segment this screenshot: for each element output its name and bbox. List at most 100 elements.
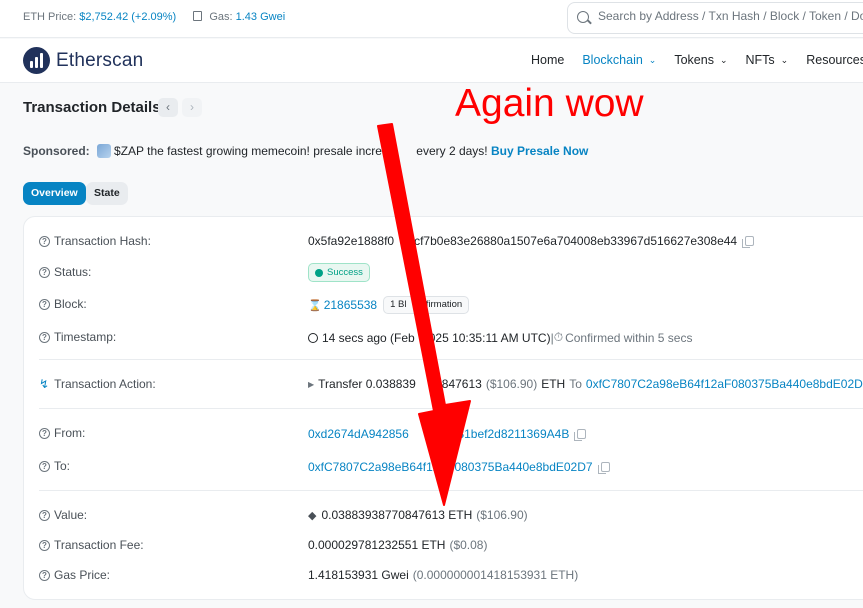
from-address-link[interactable]: 0xd2674dA942856 <box>308 427 409 441</box>
to-label: To: <box>54 459 71 473</box>
page-title: Transaction Details <box>23 99 161 116</box>
tx-hash-label: Transaction Hash: <box>54 234 151 248</box>
tx-action-address-link[interactable]: 0xfC7807C2a98eB64f12aF080375Ba440e8bdE02… <box>586 377 863 391</box>
gas-price-eth: (0.000000001418153931 ETH) <box>412 568 579 582</box>
confirmed-within: Confirmed within 5 secs <box>565 330 693 345</box>
search-input[interactable] <box>598 9 863 23</box>
to-address-link[interactable]: 0xfC7807C2a98eB64f12 <box>308 460 439 474</box>
zap-token-icon <box>97 144 112 158</box>
main-navbar: Etherscan Home Blockchain ⌄ Tokens ⌄ NFTs ⌄… <box>0 39 863 83</box>
search-box[interactable] <box>567 2 863 34</box>
brand-name: Etherscan <box>56 49 144 71</box>
nav-blockchain[interactable]: Blockchain ⌄ <box>582 53 656 67</box>
divider <box>39 408 863 409</box>
buy-presale-link[interactable]: Buy Presale Now <box>491 144 588 158</box>
to-value: 0xfC7807C2a98eB64f12 080375Ba440e8bdE02D7 <box>308 460 610 474</box>
ethereum-icon: ◆ <box>308 509 317 522</box>
block-confirmation-badge: 1 Bl nfirmation <box>383 296 470 314</box>
fee-row-label: ? Transaction Fee: <box>39 538 144 552</box>
status-row-label: ? Status: <box>39 265 91 279</box>
gas-price-link[interactable]: 1.43 Gwei <box>236 11 286 23</box>
help-icon[interactable]: ? <box>39 509 50 521</box>
value-amount: 0.03883938770847613 ETH <box>321 508 473 522</box>
chevron-down-icon: ⌄ <box>648 55 657 65</box>
tx-hash-row-label: ? Transaction Hash: <box>39 234 151 248</box>
nav-nfts[interactable]: NFTs ⌄ <box>746 53 789 67</box>
value-label: Value: <box>54 508 88 522</box>
tx-action-usd: ($106.90) <box>485 377 538 391</box>
timestamp-value: 14 secs ago (Feb 025 10:35:11 AM UTC) | ⏱… <box>308 330 692 345</box>
timestamp-part-b: 025 10:35:11 AM UTC) <box>428 330 551 345</box>
search-icon <box>577 11 589 23</box>
tx-action-row-label: ↯ Transaction Action: <box>39 377 156 391</box>
gas-price-amount: 1.418153931 Gwei <box>308 568 409 582</box>
help-icon[interactable]: ? <box>39 266 50 278</box>
tx-hash-value: 0x5fa92e1888f0 cf7b0e83e26880a1507e6a7040… <box>308 234 755 248</box>
next-transaction-button[interactable]: › <box>182 98 202 117</box>
caret-right-icon: ▶ <box>308 379 315 389</box>
sponsored-ticker: $ZAP <box>114 144 144 158</box>
help-icon[interactable]: ? <box>39 539 50 551</box>
block-number-link[interactable]: 21865538 <box>324 298 377 312</box>
nav-menu: Home Blockchain ⌄ Tokens ⌄ NFTs ⌄ Resources <box>531 53 863 67</box>
copy-icon[interactable] <box>742 236 755 248</box>
nav-resources[interactable]: Resources <box>806 53 863 67</box>
clock-icon <box>308 332 318 343</box>
status-badge-text: Success <box>327 267 363 278</box>
tab-state[interactable]: State <box>86 182 128 205</box>
help-icon[interactable]: ? <box>39 298 50 310</box>
chevron-down-icon: ⌄ <box>780 55 789 65</box>
timestamp-label: Timestamp: <box>54 330 117 344</box>
copy-icon[interactable] <box>597 462 610 474</box>
etherscan-logo[interactable]: Etherscan <box>23 47 143 74</box>
help-icon[interactable]: ? <box>39 331 50 343</box>
sponsored-text: the fastest growing memecoin! presale in… <box>143 144 398 158</box>
to-address-link-tail[interactable]: 080375Ba440e8bdE02D7 <box>454 460 592 474</box>
gas-price-row-label: ? Gas Price: <box>39 568 110 582</box>
tab-overview[interactable]: Overview <box>23 182 86 205</box>
copy-icon[interactable] <box>574 429 587 441</box>
lightning-icon: ↯ <box>39 377 50 391</box>
fee-usd: ($0.08) <box>449 538 488 552</box>
value-row-label: ? Value: <box>39 508 87 522</box>
eth-price-label: ETH Price: <box>23 11 77 23</box>
from-address-link-tail[interactable]: 131bef2d8211369A4B <box>451 427 570 441</box>
timestamp-part-a: 14 secs ago (Feb <box>322 330 415 345</box>
help-icon[interactable]: ? <box>39 569 50 581</box>
conf-part-a: 1 Bl <box>390 299 407 310</box>
block-label: Block: <box>54 297 87 311</box>
tx-action-label: Transaction Action: <box>54 377 156 391</box>
tx-hash-part-a: 0x5fa92e1888f0 <box>308 234 395 248</box>
from-label: From: <box>54 426 86 440</box>
divider <box>39 490 863 491</box>
sponsored-label: Sponsored: <box>23 144 90 158</box>
tx-action-value: ▶ Transfer 0.038839 847613 ($106.90) ETH … <box>308 377 863 391</box>
tx-action-to: To <box>569 377 582 391</box>
tx-action-part-a: Transfer 0.038839 <box>318 377 416 391</box>
tx-action-eth: ETH <box>541 377 566 391</box>
status-value: Success <box>308 263 370 282</box>
from-row-label: ? From: <box>39 426 85 440</box>
nav-blockchain-label: Blockchain <box>582 53 643 67</box>
gas-pump-icon <box>193 11 203 21</box>
nav-tokens[interactable]: Tokens ⌄ <box>674 53 727 67</box>
value-value: ◆ 0.03883938770847613 ETH ($106.90) <box>308 508 528 522</box>
block-row-label: ? Block: <box>39 297 87 311</box>
etherscan-logo-icon <box>23 47 50 74</box>
tx-action-part-b: 847613 <box>441 377 482 391</box>
status-label: Status: <box>54 265 92 279</box>
prev-transaction-button[interactable]: ‹ <box>158 98 178 117</box>
fee-label: Transaction Fee: <box>54 538 144 552</box>
stopwatch-icon: ⏱ <box>553 330 564 344</box>
eth-price-link[interactable]: $2,752.42 (+2.09%) <box>79 11 176 23</box>
help-icon[interactable]: ? <box>39 460 50 472</box>
nav-tokens-label: Tokens <box>674 53 714 67</box>
market-info: ETH Price: $2,752.42 (+2.09%) Gas: 1.43 … <box>23 11 285 23</box>
block-value: ⌛ 21865538 1 Bl nfirmation <box>308 296 470 314</box>
nav-home[interactable]: Home <box>531 53 564 67</box>
chevron-down-icon: ⌄ <box>719 55 728 65</box>
help-icon[interactable]: ? <box>39 235 50 247</box>
help-icon[interactable]: ? <box>39 427 50 439</box>
gas-label: Gas: <box>209 11 233 23</box>
from-value: 0xd2674dA942856 131bef2d8211369A4B <box>308 427 587 441</box>
